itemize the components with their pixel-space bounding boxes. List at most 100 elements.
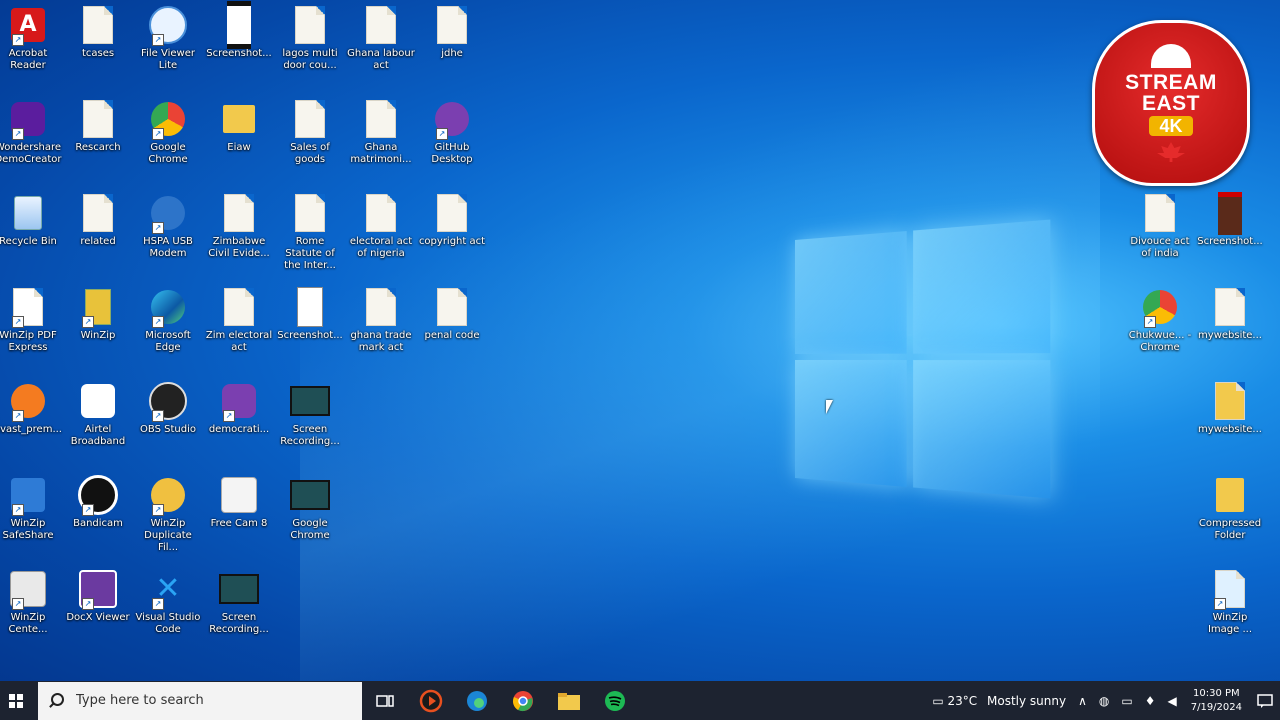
document-icon (366, 288, 396, 326)
document-icon (295, 194, 325, 232)
desktop-icon-winzip[interactable]: ↗ WinZip (64, 282, 132, 374)
taskbar-spotify[interactable] (592, 681, 638, 720)
desktop-icon-docx-viewer[interactable]: ↗ DocX Viewer (64, 564, 132, 656)
taskbar-file-explorer[interactable] (546, 681, 592, 720)
battery-icon[interactable]: ▭ (1121, 694, 1132, 708)
clock-time: 10:30 PM (1193, 687, 1240, 699)
notification-icon (1257, 693, 1273, 708)
screenshot-image-icon (297, 287, 323, 327)
desktop-icon-tcases[interactable]: tcases (64, 0, 132, 92)
task-view-button[interactable] (362, 681, 408, 720)
taskbar-chrome[interactable] (500, 681, 546, 720)
spotify-icon (605, 690, 625, 711)
task-view-icon (376, 694, 394, 707)
desktop-icon-rescarch[interactable]: Rescarch (64, 94, 132, 186)
free-cam-icon (221, 477, 257, 513)
airtel-icon (81, 384, 115, 418)
php-file-icon (83, 194, 113, 232)
desktop-icon-zim-electoral-act[interactable]: Zim electoral act (205, 282, 273, 374)
weather-icon: ▭ (932, 693, 944, 708)
taskbar: ▭ 23°C Mostly sunny ∧ ◍ ▭ ♦ ◀ 10:30 PM 7… (0, 681, 1280, 720)
desktop-icon-file-viewer-lite[interactable]: ↗ File Viewer Lite (134, 0, 202, 92)
desktop-icon-winzip-safeshare[interactable]: ↗ WinZip SafeShare (0, 470, 62, 562)
mouse-cursor (826, 400, 833, 414)
desktop-icon-google-chrome-video[interactable]: Google Chrome (276, 470, 344, 562)
document-icon (224, 194, 254, 232)
desktop-icon-avast[interactable]: ↗ avast_prem... (0, 376, 62, 468)
chrome-icon (513, 690, 533, 711)
clock[interactable]: 10:30 PM 7/19/2024 (1191, 687, 1242, 715)
taskbar-edge[interactable] (454, 681, 500, 720)
desktop-icon-obs-studio[interactable]: ↗ OBS Studio (134, 376, 202, 468)
microphone-icon[interactable]: ♦ (1145, 694, 1156, 708)
screenshot-image-icon (1218, 191, 1242, 235)
desktop-icon-democrati[interactable]: ↗ democrati... (205, 376, 273, 468)
desktop-icon-free-cam-8[interactable]: Free Cam 8 (205, 470, 273, 562)
desktop-icon-airtel-broadband[interactable]: Airtel Broadband (64, 376, 132, 468)
start-button[interactable] (0, 681, 32, 720)
desktop-icon-screen-recording-2[interactable]: Screen Recording... (205, 564, 273, 656)
desktop-icon-wondershare-democreator[interactable]: ↗ Wondershare DemoCreator (0, 94, 62, 186)
screenshot-image-icon (227, 1, 251, 49)
desktop-icon-divorce-act-india[interactable]: Divouce act of india (1126, 188, 1194, 280)
desktop-icon-bandicam[interactable]: ↗ Bandicam (64, 470, 132, 562)
edge-icon (467, 690, 487, 711)
desktop-icon-winzip-center[interactable]: ↗ WinZip Cente... (0, 564, 62, 656)
desktop-icon-hspa-usb-modem[interactable]: ↗ HSPA USB Modem (134, 188, 202, 280)
speaker-icon[interactable]: ◀ (1167, 694, 1176, 708)
desktop-icon-zimbabwe-civil-evidence[interactable]: Zimbabwe Civil Evide... (205, 188, 273, 280)
desktop-icon-copyright-act[interactable]: copyright act (418, 188, 486, 280)
windows-icon (9, 693, 23, 708)
taskbar-media-player[interactable] (408, 681, 454, 720)
video-thumbnail-icon (290, 386, 330, 416)
document-icon (366, 194, 396, 232)
document-icon (366, 6, 396, 44)
stream-east-watermark: STREAM EAST 4K (1092, 20, 1250, 186)
desktop-icon-compressed-folder[interactable]: Compressed Folder (1196, 470, 1264, 562)
desktop-icon-ghana-trade-mark-act[interactable]: ghana trade mark act (347, 282, 415, 374)
search-input[interactable] (74, 692, 348, 709)
maple-leaf-icon (1157, 142, 1185, 162)
desktop-icon-github-desktop[interactable]: ↗ GitHub Desktop (418, 94, 486, 186)
desktop-icon-eiaw[interactable]: Eiaw (205, 94, 273, 186)
zip-file-icon (1215, 382, 1245, 420)
desktop-icon-screenshot-2[interactable]: Screenshot... (276, 282, 344, 374)
desktop-icon-screenshot-3[interactable]: Screenshot... (1196, 188, 1264, 280)
desktop-icon-chukwue-chrome[interactable]: ↗ Chukwue... - Chrome (1126, 282, 1194, 374)
search-icon (48, 692, 64, 709)
document-icon (1145, 194, 1175, 232)
desktop-icon-ghana-matrimonial[interactable]: Ghana matrimoni... (347, 94, 415, 186)
desktop-icon-related[interactable]: related (64, 188, 132, 280)
video-thumbnail-icon (219, 574, 259, 604)
desktop-icon-lagos-multi-door[interactable]: lagos multi door cou... (276, 0, 344, 92)
desktop-icon-winzip-duplicate[interactable]: ↗ WinZip Duplicate Fil... (134, 470, 202, 562)
desktop-icon-screenshot-1[interactable]: Screenshot... (205, 0, 273, 92)
document-icon (366, 100, 396, 138)
desktop-icon-screen-recording-1[interactable]: Screen Recording... (276, 376, 344, 468)
desktop-icon-penal-code[interactable]: penal code (418, 282, 486, 374)
play-icon (419, 689, 443, 712)
chevron-up-icon[interactable]: ∧ (1078, 694, 1087, 708)
desktop-icon-ghana-labour-act[interactable]: Ghana labour act (347, 0, 415, 92)
desktop-icon-mywebsite-1[interactable]: mywebsite... (1196, 282, 1264, 374)
desktop-icon-microsoft-edge[interactable]: ↗ Microsoft Edge (134, 282, 202, 374)
desktop-icon-recycle-bin[interactable]: Recycle Bin (0, 188, 62, 280)
folder-icon (223, 105, 255, 133)
document-icon (437, 6, 467, 44)
desktop-icon-sales-of-goods[interactable]: Sales of goods (276, 94, 344, 186)
desktop-icon-visual-studio-code[interactable]: ✕ ↗ Visual Studio Code (134, 564, 202, 656)
desktop-icon-mywebsite-2[interactable]: mywebsite... (1196, 376, 1264, 468)
desktop-icon-electoral-act-nigeria[interactable]: electoral act of nigeria (347, 188, 415, 280)
document-icon (437, 288, 467, 326)
taskbar-search-box[interactable] (38, 681, 362, 720)
desktop-icon-winzip-image[interactable]: ↗ WinZip Image ... (1196, 564, 1264, 656)
weather-widget[interactable]: ▭ 23°C Mostly sunny (932, 694, 1066, 708)
network-icon[interactable]: ◍ (1099, 694, 1109, 708)
desktop-icon-acrobat-reader[interactable]: A ↗ Acrobat Reader (0, 0, 62, 92)
desktop-icon-jdhe[interactable]: jdhe (418, 0, 486, 92)
notification-button[interactable] (1250, 681, 1280, 720)
desktop-icon-google-chrome[interactable]: ↗ Google Chrome (134, 94, 202, 186)
desktop-icon-winzip-pdf-express[interactable]: ↗ WinZip PDF Express (0, 282, 62, 374)
php-file-icon (1215, 288, 1245, 326)
desktop-icon-rome-statute[interactable]: Rome Statute of the Inter... (276, 188, 344, 280)
